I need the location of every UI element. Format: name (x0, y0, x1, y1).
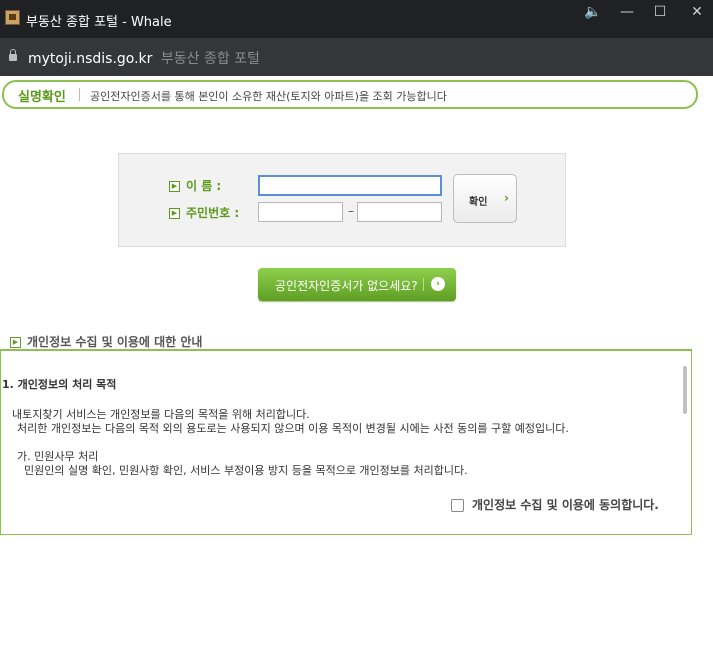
confirm-button-label: 확인 (469, 197, 488, 208)
arrow-bullet-icon: ▶ (169, 181, 180, 192)
lock-icon (9, 49, 17, 61)
agree-checkbox[interactable] (451, 499, 464, 512)
button-divider (423, 278, 424, 291)
resident-number-dash: – (348, 204, 354, 218)
confirm-button[interactable]: 확인 › (453, 174, 517, 223)
resident-number-back-input[interactable] (357, 202, 442, 222)
chevron-right-icon: › (504, 191, 509, 205)
notice-text: 공인전자인증서를 통해 본인이 소유한 재산(토지와 아파트)을 조회 가능합니… (90, 90, 447, 103)
identity-form: ▶ 이 름 : ▶ 주민번호 : – 확인 › (118, 153, 566, 247)
agree-label: 개인정보 수집 및 이용에 동의합니다. (472, 498, 659, 512)
close-button[interactable]: ✕ (682, 2, 712, 22)
privacy-line: 민원인의 실명 확인, 민원사항 확인, 서비스 부정이용 방지 등을 목적으로… (24, 464, 468, 477)
app-logo-icon (5, 10, 20, 25)
privacy-notice-box[interactable]: 1. 개인정보의 처리 목적 내토지찾기 서비스는 개인정보를 다음의 목적을 … (0, 349, 692, 535)
speaker-icon[interactable]: 🔈 (578, 2, 608, 22)
arrow-bullet-icon: ▶ (169, 208, 180, 219)
resident-number-label: ▶ 주민번호 : (169, 204, 239, 221)
no-certificate-label: 공인전자인증서가 없으세요? (275, 279, 418, 293)
minimize-button[interactable]: — (612, 2, 642, 22)
verification-notice: 실명확인 공인전자인증서를 통해 본인이 소유한 재산(토지와 아파트)을 조회… (2, 80, 698, 109)
notice-divider (79, 88, 80, 101)
window-titlebar: 부동산 종합 포털 - Whale 🔈 — ☐ ✕ (0, 0, 713, 38)
url-text[interactable]: mytoji.nsdis.go.kr 부동산 종합 포털 (28, 48, 260, 68)
privacy-section-title: ▶ 개인정보 수집 및 이용에 대한 안내 (10, 333, 202, 350)
circle-arrow-icon: › (431, 277, 445, 291)
privacy-agree[interactable]: 개인정보 수집 및 이용에 동의합니다. (451, 496, 659, 513)
window-title: 부동산 종합 포털 - Whale (26, 15, 172, 30)
notice-label: 실명확인 (18, 90, 66, 105)
url-domain: mytoji.nsdis.go.kr (28, 51, 153, 67)
name-label: ▶ 이 름 : (169, 177, 221, 194)
arrow-bullet-icon: ▶ (10, 337, 21, 348)
resident-number-front-input[interactable] (258, 202, 343, 222)
privacy-heading: 1. 개인정보의 처리 목적 (2, 378, 117, 391)
no-certificate-button[interactable]: 공인전자인증서가 없으세요? › (258, 268, 456, 301)
privacy-line: 처리한 개인정보는 다음의 목적 외의 용도로는 사용되지 않으며 이용 목적이… (17, 422, 569, 435)
maximize-button[interactable]: ☐ (645, 2, 675, 22)
name-input[interactable] (258, 175, 442, 196)
scrollbar-thumb[interactable] (683, 366, 687, 414)
url-page-title: 부동산 종합 포털 (160, 51, 260, 67)
